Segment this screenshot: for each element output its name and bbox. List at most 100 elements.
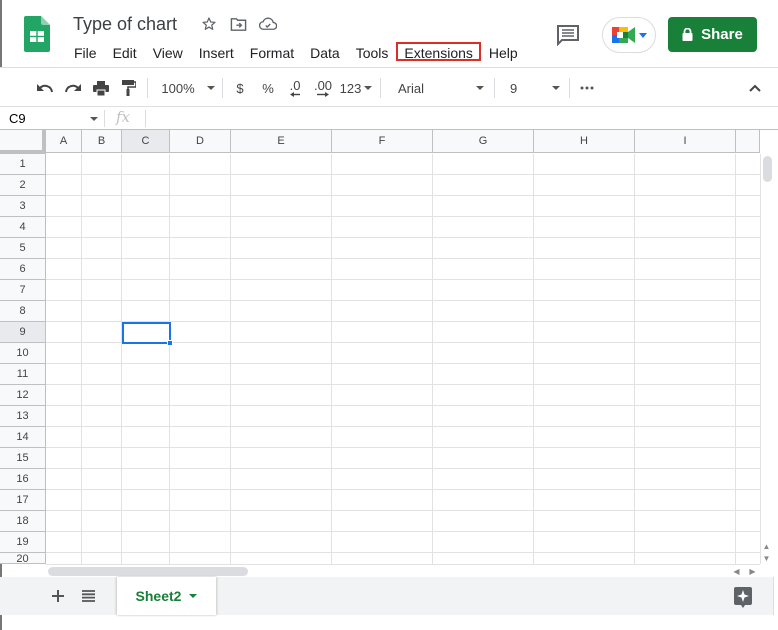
column-header-c[interactable]: C [122,130,170,153]
row-header-2[interactable]: 2 [0,175,46,196]
menu-help[interactable]: Help [481,42,526,61]
menu-insert[interactable]: Insert [191,42,242,61]
arrow-right-icon [317,92,329,97]
more-formats-button[interactable]: 123 [339,68,373,108]
row-header-17[interactable]: 17 [0,490,46,511]
scroll-right-button[interactable]: ▶ [745,565,760,577]
column-header-b[interactable]: B [82,130,122,153]
row-header-8[interactable]: 8 [0,301,46,322]
column-header-d[interactable]: D [170,130,231,153]
column-header-partial[interactable] [736,130,760,153]
scroll-up-button[interactable]: ▲ [760,540,773,552]
select-all-corner[interactable] [0,130,46,154]
name-box[interactable]: C9 [9,111,26,126]
redo-icon [65,84,81,93]
menu-extensions[interactable]: Extensions [396,42,481,61]
all-sheets-button[interactable] [78,585,98,607]
row-header-14[interactable]: 14 [0,427,46,448]
row-gridline [46,195,760,196]
row-gridline [46,279,760,280]
menu-edit[interactable]: Edit [105,42,145,61]
redo-button[interactable] [62,68,84,108]
plus-icon [52,590,64,602]
collapse-menus-button[interactable] [744,68,766,108]
sheets-logo-icon[interactable] [24,16,50,52]
scroll-left-button[interactable]: ◀ [729,565,744,577]
menu-view[interactable]: View [145,42,191,61]
more-formats-label: 123 [339,80,362,96]
font-size-select[interactable]: 9 [502,68,564,108]
add-sheet-button[interactable] [48,585,68,607]
row-header-15[interactable]: 15 [0,448,46,469]
column-header-i[interactable]: I [635,130,736,153]
row-header-20[interactable]: 20 [0,553,46,565]
row-gridline [46,216,760,217]
row-header-12[interactable]: 12 [0,385,46,406]
row-header-19[interactable]: 19 [0,532,46,553]
move-folder-icon[interactable] [228,14,248,34]
vertical-scroll-thumb[interactable] [763,156,772,182]
cloud-saved-icon[interactable] [258,14,278,34]
row-header-1[interactable]: 1 [0,154,46,175]
menu-file[interactable]: File [66,42,105,61]
row-header-3[interactable]: 3 [0,196,46,217]
vertical-scrollbar[interactable] [760,154,773,564]
row-header-16[interactable]: 16 [0,469,46,490]
zoom-select[interactable]: 100% [158,68,218,108]
more-options-button[interactable] [576,68,598,108]
row-header-4[interactable]: 4 [0,217,46,238]
star-icon[interactable] [199,14,219,34]
document-title[interactable]: Type of chart [73,14,177,35]
column-header-a[interactable]: A [46,130,82,153]
row-gridline [46,552,760,553]
chevron-down-icon [638,32,647,38]
decrease-decimal-button[interactable]: .0 [284,68,306,108]
font-size-value: 9 [510,80,518,96]
row-header-9[interactable]: 9 [0,322,46,343]
increase-decimal-label: .00 [313,78,333,93]
column-header-h[interactable]: H [534,130,635,153]
row-header-6[interactable]: 6 [0,259,46,280]
meet-icon [611,27,635,43]
menu-tools[interactable]: Tools [348,42,397,61]
selected-cell[interactable] [122,322,171,344]
sheet-tab-menu-icon[interactable] [189,594,198,598]
row-header-18[interactable]: 18 [0,511,46,532]
row-gridline [46,468,760,469]
percent-format-button[interactable]: % [258,68,278,108]
scroll-down-button[interactable]: ▼ [760,552,773,564]
name-box-dropdown-icon[interactable] [90,117,98,121]
row-gridline [46,531,760,532]
column-header-f[interactable]: F [332,130,433,153]
decrease-decimal-label: .0 [289,78,301,93]
undo-button[interactable] [34,68,56,108]
font-select[interactable]: Arial [390,68,488,108]
currency-format-button[interactable]: $ [231,68,249,108]
row-gridline [46,300,760,301]
share-button[interactable]: Share [668,17,757,52]
print-button[interactable] [90,68,112,108]
column-header-g[interactable]: G [433,130,534,153]
formula-input[interactable] [152,107,772,129]
row-header-7[interactable]: 7 [0,280,46,301]
row-gridline [46,174,760,175]
row-header-5[interactable]: 5 [0,238,46,259]
row-header-10[interactable]: 10 [0,343,46,364]
meet-button[interactable] [602,17,656,53]
fill-handle[interactable] [167,340,173,346]
dropdown-arrow-icon [206,86,215,90]
menu-format[interactable]: Format [242,42,302,61]
menu-bar: File Edit View Insert Format Data Tools … [66,42,526,61]
sheet-tab-sheet2[interactable]: Sheet2 [117,577,216,615]
menu-data[interactable]: Data [302,42,348,61]
horizontal-scroll-thumb[interactable] [48,567,248,576]
column-header-e[interactable]: E [231,130,332,153]
row-header-13[interactable]: 13 [0,406,46,427]
row-header-11[interactable]: 11 [0,364,46,385]
increase-decimal-button[interactable]: .00 [311,68,335,108]
comments-icon[interactable] [556,24,580,46]
explore-button[interactable] [734,587,752,609]
paint-format-icon [122,80,136,96]
paint-format-button[interactable] [118,68,140,108]
row-gridline [46,237,760,238]
